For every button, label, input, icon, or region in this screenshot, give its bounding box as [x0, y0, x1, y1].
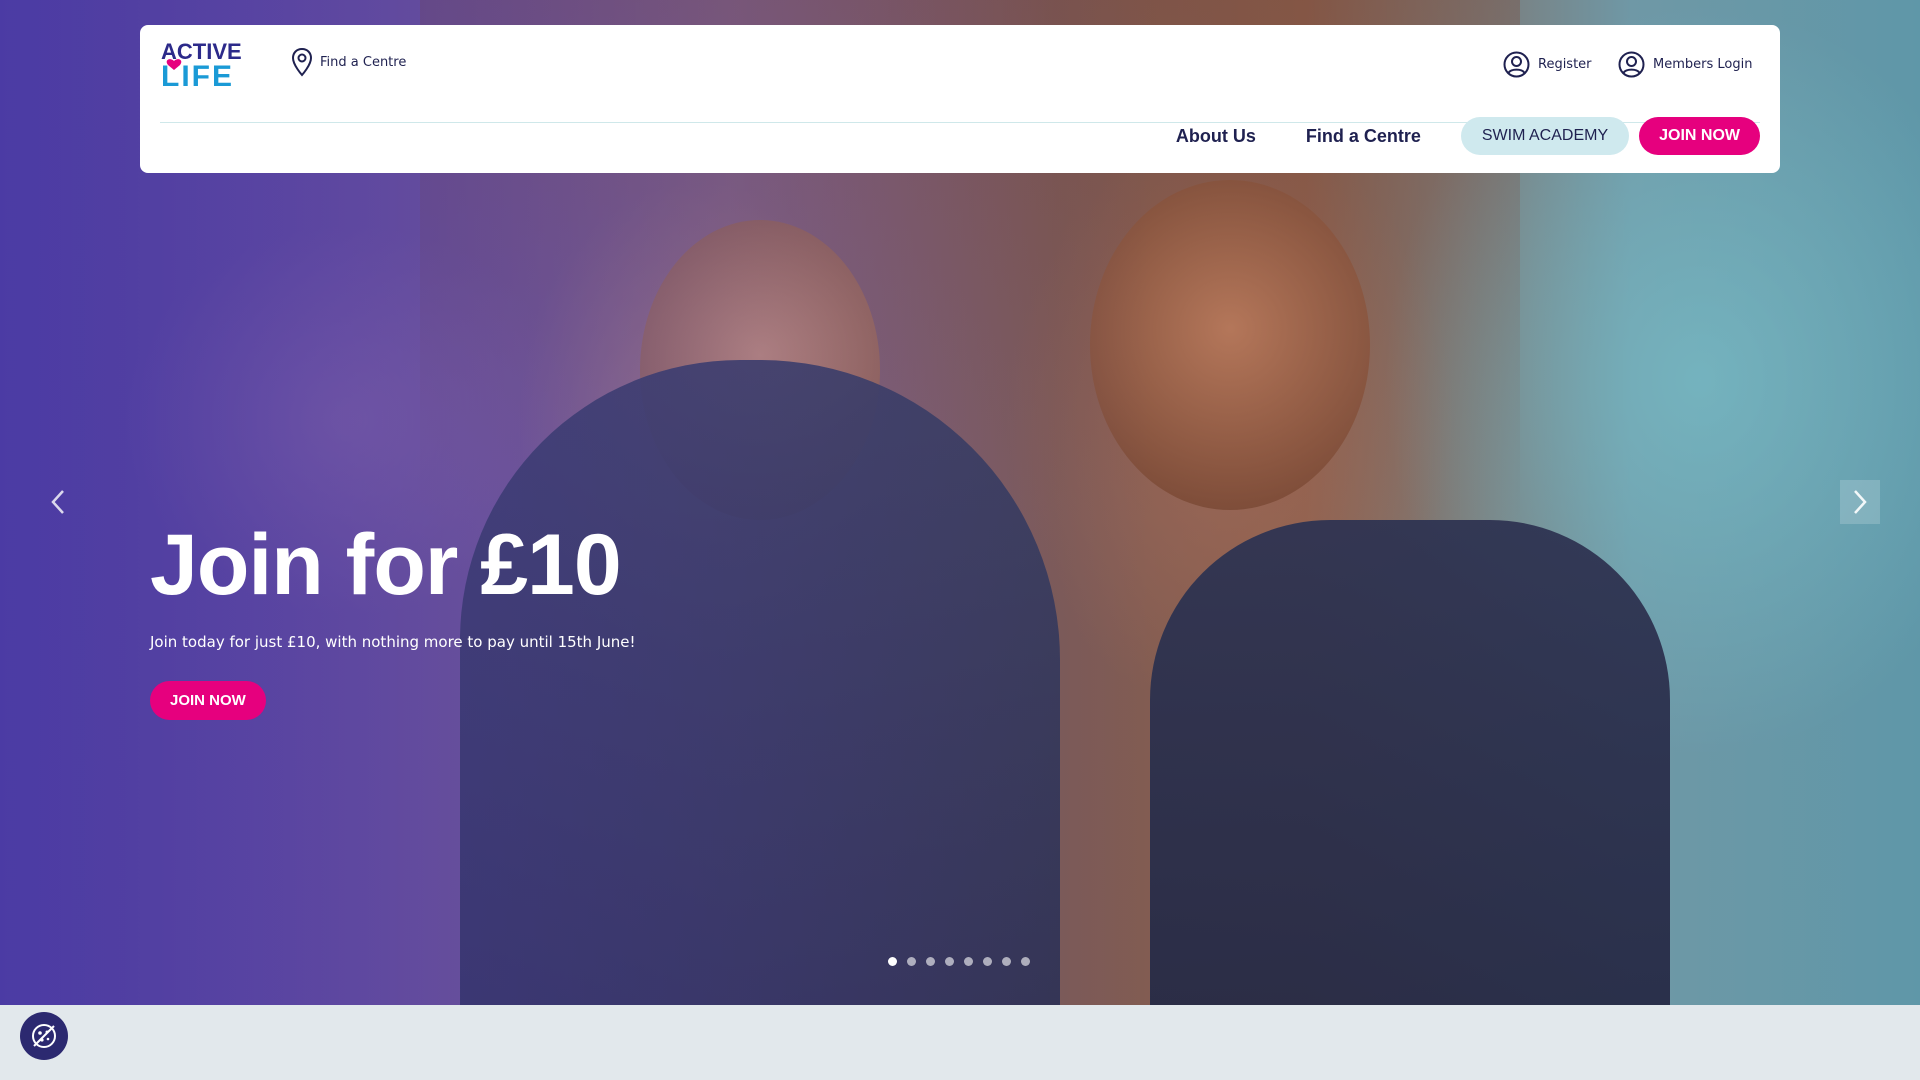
- site-header: ACTIVE LIFE Find a Centre Register Membe…: [140, 25, 1780, 173]
- chevron-right-icon: [1854, 490, 1867, 514]
- members-login-label: Members Login: [1653, 57, 1753, 72]
- register-link[interactable]: Register: [1503, 51, 1592, 78]
- nav-find-a-centre[interactable]: Find a Centre: [1306, 126, 1421, 147]
- members-login-link[interactable]: Members Login: [1618, 51, 1752, 78]
- find-centre-top-link[interactable]: Find a Centre: [290, 47, 406, 77]
- carousel-dot[interactable]: [945, 957, 954, 966]
- carousel-next-button[interactable]: [1840, 480, 1880, 524]
- cookie-settings-button[interactable]: [20, 1012, 68, 1060]
- carousel-dot[interactable]: [1002, 957, 1011, 966]
- carousel-dot[interactable]: [926, 957, 935, 966]
- carousel-dot[interactable]: [1021, 957, 1030, 966]
- location-pin-icon: [291, 47, 313, 77]
- user-circle-icon: [1618, 51, 1645, 78]
- chevron-left-icon: [51, 490, 64, 514]
- cookie-icon: [32, 1024, 56, 1048]
- carousel-prev-button[interactable]: [38, 480, 78, 524]
- hero-title: Join for £10: [150, 517, 622, 613]
- nav-join-now-button[interactable]: JOIN NOW: [1639, 117, 1760, 155]
- carousel-dots: [888, 957, 1030, 966]
- carousel-dot[interactable]: [907, 957, 916, 966]
- carousel-dot[interactable]: [964, 957, 973, 966]
- main-nav: About Us Find a Centre SWIM ACADEMY JOIN…: [1176, 117, 1760, 155]
- active-life-logo[interactable]: ACTIVE LIFE: [160, 39, 270, 89]
- hero-join-now-button[interactable]: JOIN NOW: [150, 681, 266, 720]
- user-circle-icon: [1503, 51, 1530, 78]
- hero-subtitle: Join today for just £10, with nothing mo…: [150, 633, 636, 651]
- carousel-dot[interactable]: [983, 957, 992, 966]
- carousel-dot[interactable]: [888, 957, 897, 966]
- find-centre-top-label: Find a Centre: [320, 54, 407, 70]
- register-label: Register: [1538, 57, 1592, 72]
- swim-academy-button[interactable]: SWIM ACADEMY: [1460, 117, 1630, 155]
- hero-content: Join for £10 Join today for just £10, wi…: [150, 515, 850, 720]
- nav-about-us[interactable]: About Us: [1176, 126, 1256, 147]
- header-top-bar: ACTIVE LIFE Find a Centre Register Membe…: [160, 37, 1760, 123]
